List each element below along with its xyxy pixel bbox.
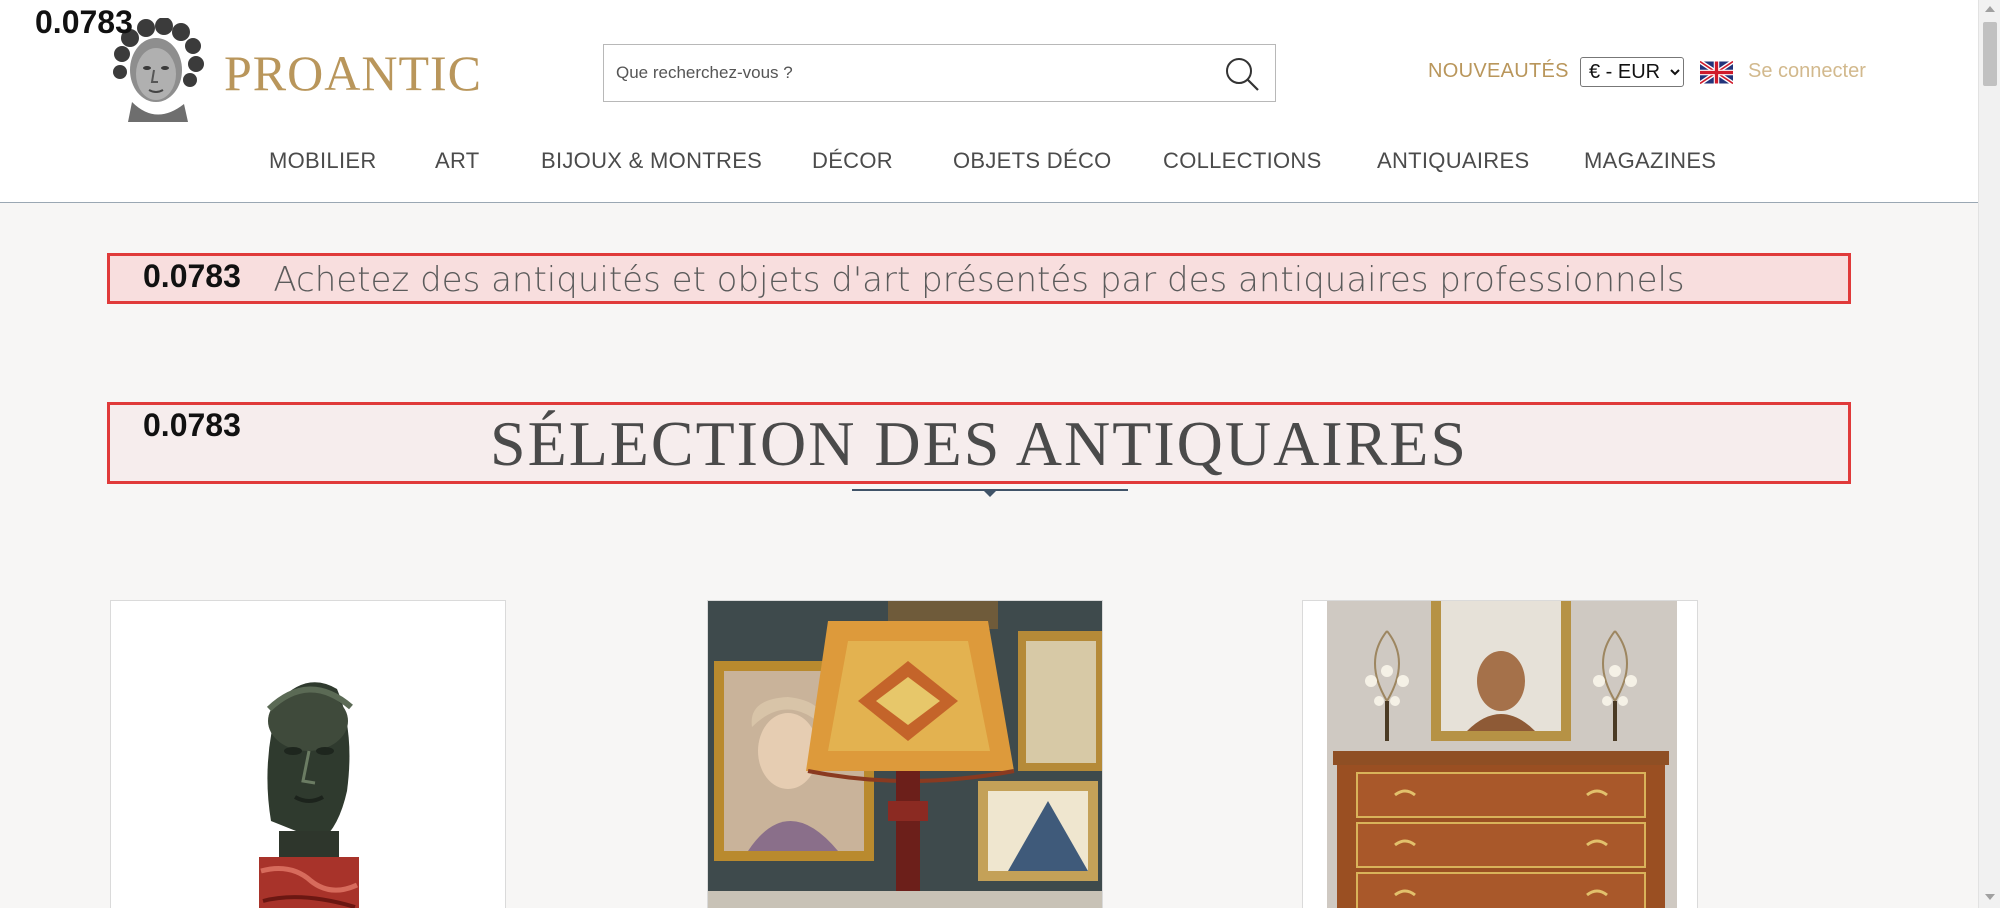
lamp-paintings-image[interactable] (708, 601, 1103, 908)
nav-item-decor[interactable]: DÉCOR (812, 148, 893, 174)
page: 0.0783 PROANTIC Que recherchez-vous ? NO… (0, 0, 1978, 908)
search-input[interactable] (616, 45, 1206, 101)
section-title: SÉLECTION DES ANTIQUAIRES (490, 408, 1468, 479)
scroll-up-icon[interactable] (1985, 6, 1995, 12)
nav-item-mobilier[interactable]: MOBILIER (269, 148, 377, 174)
score-badge: 0.0783 (35, 4, 133, 40)
product-card[interactable] (1302, 600, 1698, 908)
nav-item-magazines[interactable]: MAGAZINES (1584, 148, 1716, 174)
nav-item-bijoux-montres[interactable]: BIJOUX & MONTRES (541, 148, 762, 174)
login-link[interactable]: Se connecter (1748, 60, 1866, 83)
nav-item-art[interactable]: ART (435, 148, 480, 174)
currency-select[interactable]: € - EUR (1580, 57, 1684, 87)
nav-item-antiquaires[interactable]: ANTIQUAIRES (1377, 148, 1529, 174)
search-bar (603, 44, 1276, 102)
site-header: 0.0783 PROANTIC Que recherchez-vous ? NO… (0, 0, 1978, 203)
nav-item-objets-deco[interactable]: OBJETS DÉCO (953, 148, 1112, 174)
score-badge: 0.0783 (143, 258, 241, 294)
main-nav: MOBILIER ART BIJOUX & MONTRES DÉCOR OBJE… (0, 148, 1978, 180)
product-card[interactable] (110, 600, 506, 908)
score-badge: 0.0783 (143, 407, 241, 443)
selection-highlight-box: 0.0783 SÉLECTION DES ANTIQUAIRES (107, 402, 1851, 484)
tagline-text: Achetez des antiquités et objets d'art p… (273, 260, 1685, 300)
product-card[interactable] (707, 600, 1103, 908)
page-scrollbar[interactable] (1978, 0, 2000, 908)
uk-flag-icon[interactable] (1700, 60, 1733, 85)
bronze-head-image[interactable] (111, 601, 506, 908)
commode-image[interactable] (1303, 601, 1698, 908)
divider-arrow-icon (983, 490, 997, 497)
scroll-down-icon[interactable] (1985, 894, 1995, 900)
nouveautes-link[interactable]: NOUVEAUTÉS (1428, 60, 1569, 83)
tagline-highlight-box: 0.0783 Achetez des antiquités et objets … (107, 253, 1851, 304)
search-icon[interactable] (1223, 55, 1261, 93)
nav-item-collections[interactable]: COLLECTIONS (1163, 148, 1322, 174)
scroll-thumb[interactable] (1983, 22, 1997, 86)
logo-text[interactable]: PROANTIC (224, 44, 482, 102)
